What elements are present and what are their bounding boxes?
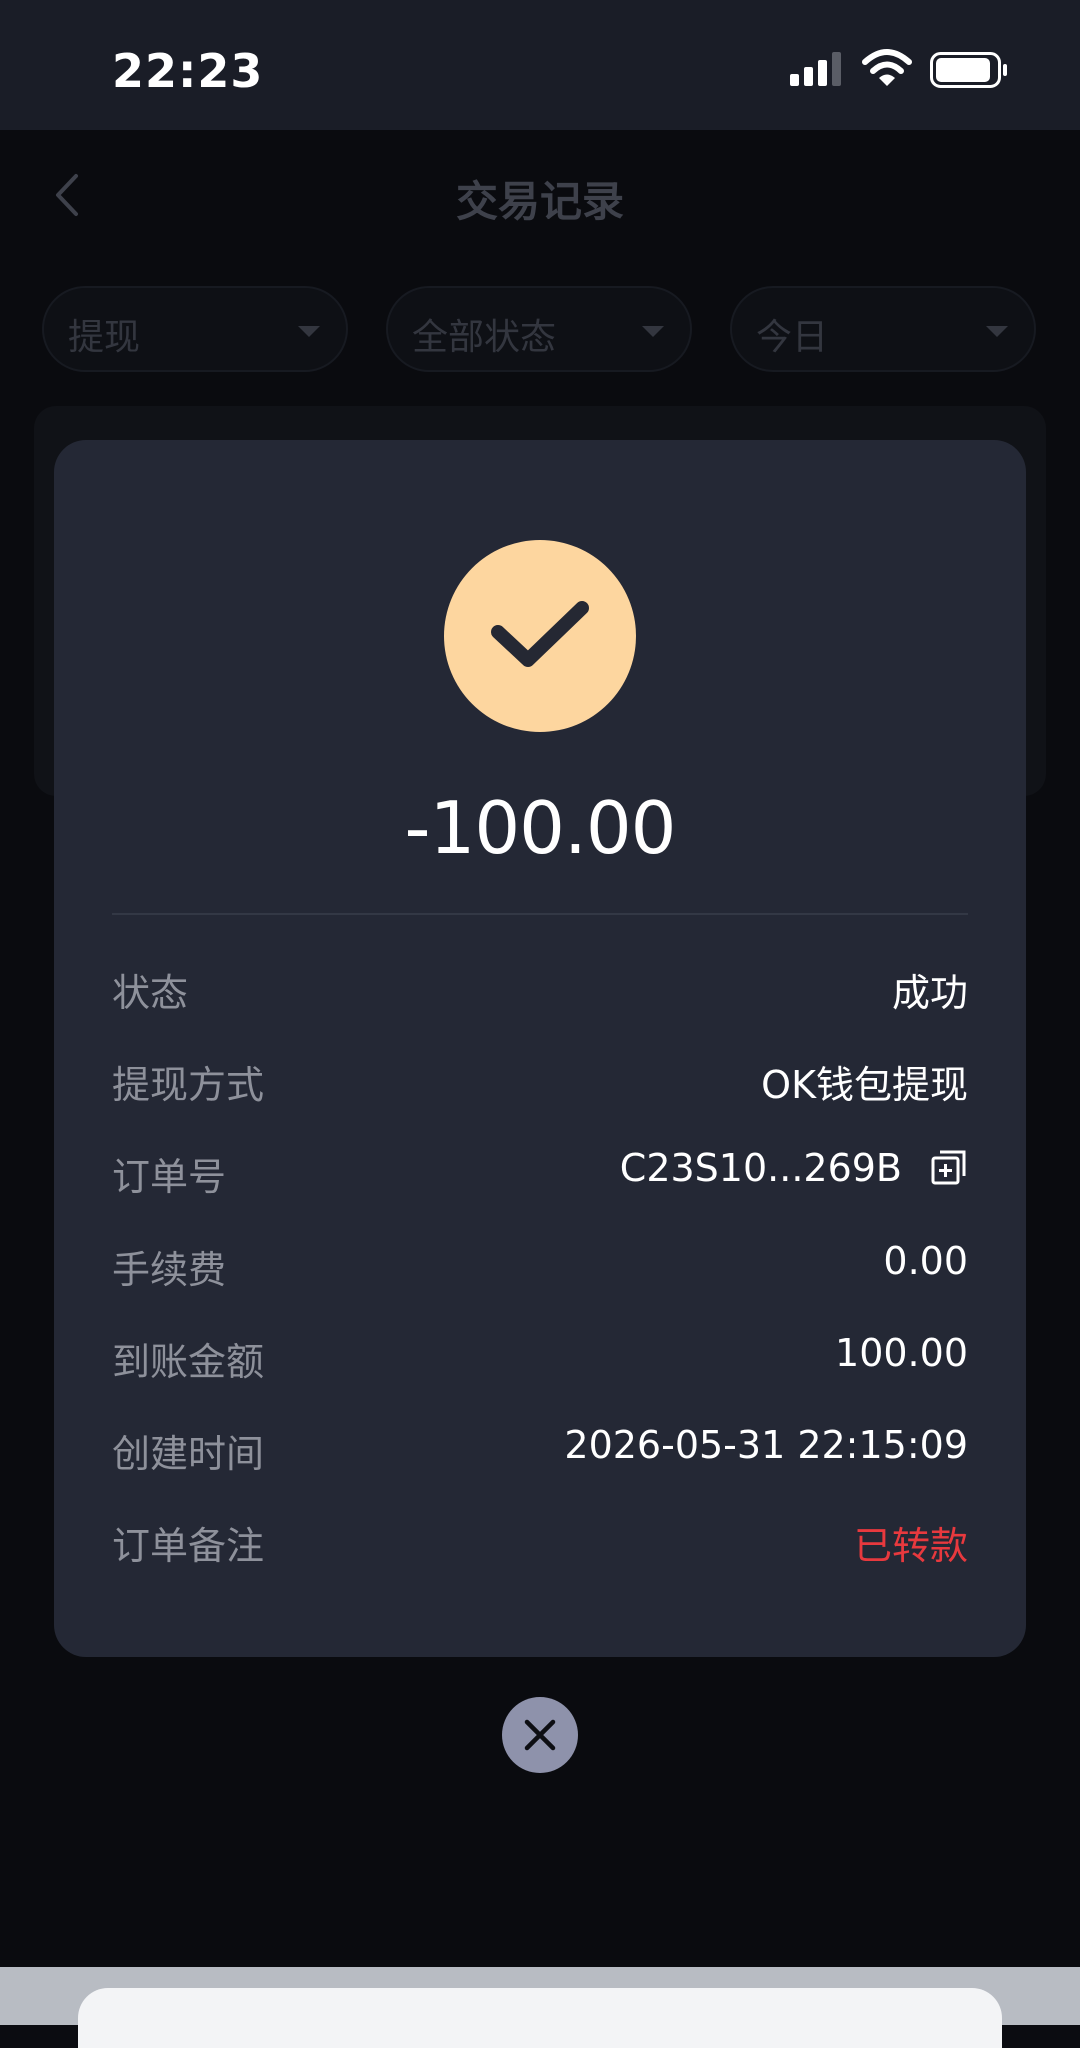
row-label: 订单号 [112,1155,227,1199]
filter-date-dropdown[interactable]: 今日 [730,286,1036,372]
row-label: 创建时间 [112,1432,265,1476]
check-icon [491,601,589,667]
copy-icon[interactable] [930,1148,968,1186]
detail-row-remark: 订单备注 已转款 [112,1507,968,1568]
row-label: 订单备注 [112,1524,265,1568]
row-value: 已转款 [853,1524,968,1568]
row-value: 成功 [891,971,968,1015]
status-bar: 22:23 [0,0,1080,130]
status-time: 22:23 [112,44,264,98]
row-value: 2026-05-31 22:15:09 [564,1423,968,1467]
row-value: 100.00 [835,1331,968,1375]
row-value: C23S10...269B [619,1146,902,1190]
filter-label: 今日 [756,317,829,358]
row-value: OK钱包提现 [761,1063,968,1107]
row-value: 0.00 [883,1239,968,1283]
detail-row-order-number: 订单号 C23S10...269B [112,1138,968,1199]
filter-status-dropdown[interactable]: 全部状态 [386,286,692,372]
bottom-sheet [78,1988,1002,2048]
close-icon [524,1719,556,1751]
page-title: 交易记录 [455,177,624,226]
detail-row-status: 状态 成功 [112,954,968,1015]
success-badge [444,540,636,732]
row-label: 手续费 [112,1248,227,1292]
filter-label: 提现 [68,317,141,358]
caret-down-icon [642,326,664,337]
row-label: 提现方式 [112,1063,265,1107]
row-label: 到账金额 [112,1340,265,1384]
divider [112,913,968,915]
detail-row-received-amount: 到账金额 100.00 [112,1323,968,1384]
wifi-icon [862,49,912,86]
detail-row-created-time: 创建时间 2026-05-31 22:15:09 [112,1415,968,1476]
transaction-amount: -100.00 [404,786,677,870]
caret-down-icon [298,326,320,337]
signal-icon [790,52,841,86]
close-button[interactable] [502,1697,578,1773]
detail-row-method: 提现方式 OK钱包提现 [112,1046,968,1107]
filter-type-dropdown[interactable]: 提现 [42,286,348,372]
caret-down-icon [986,326,1008,337]
battery-icon [930,52,1007,88]
filter-label: 全部状态 [412,317,557,358]
row-label: 状态 [112,971,189,1015]
detail-row-fee: 手续费 0.00 [112,1231,968,1292]
